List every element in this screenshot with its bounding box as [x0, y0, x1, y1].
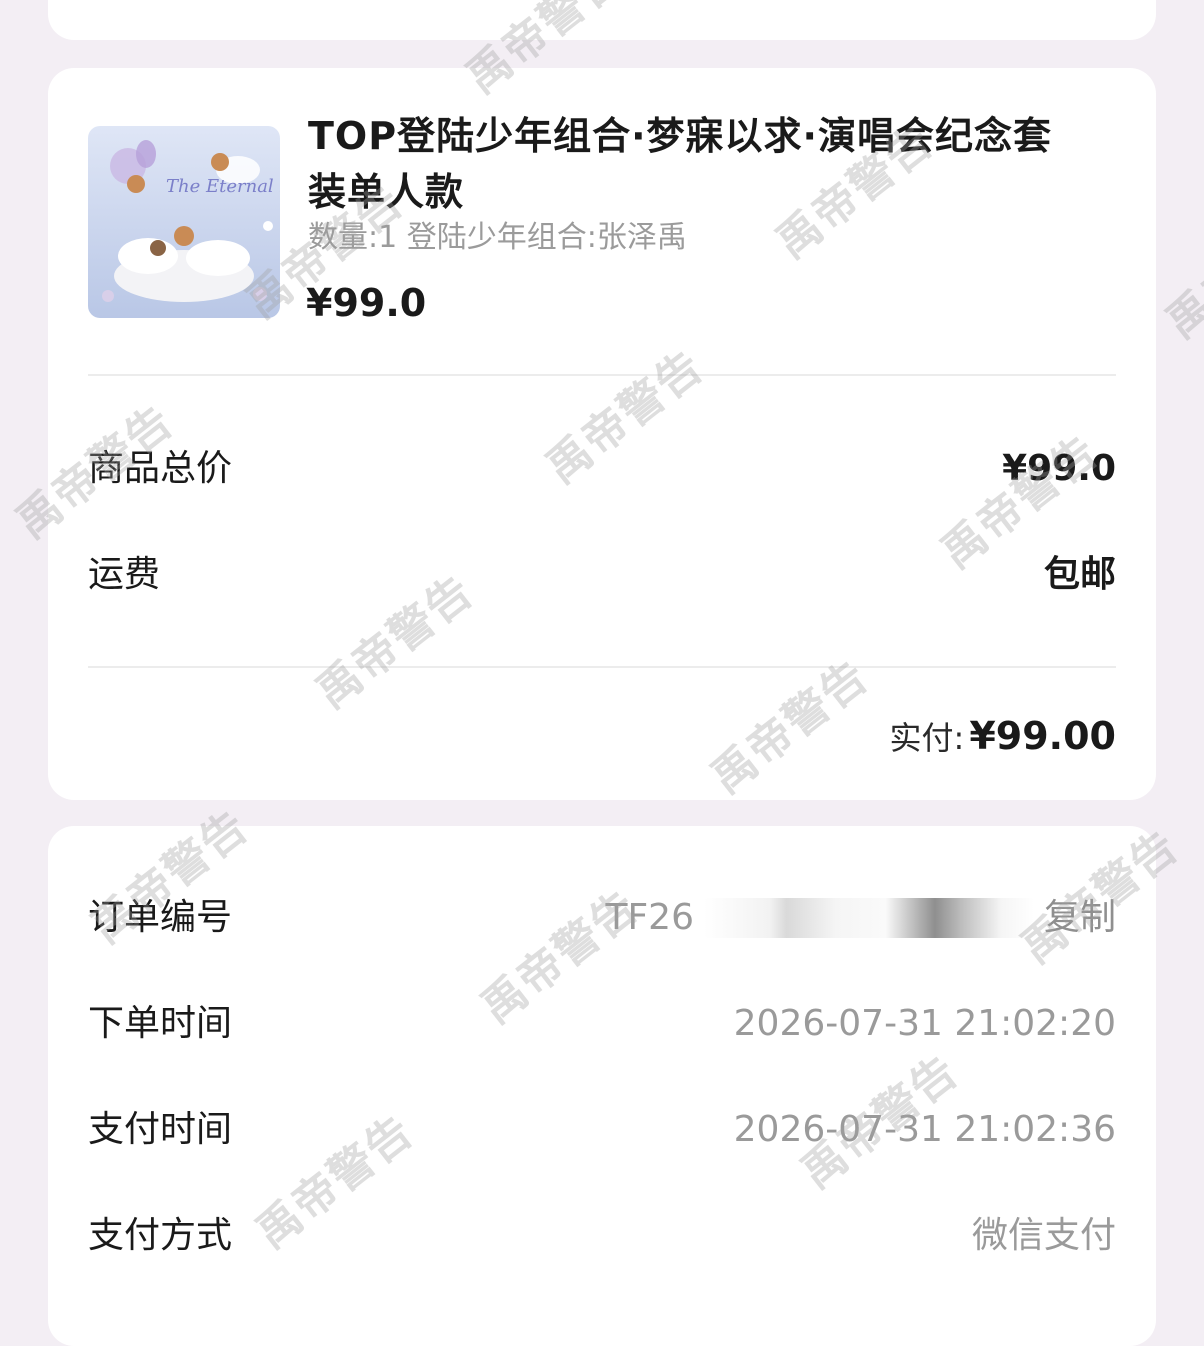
pay-method-label: 支付方式: [88, 1215, 233, 1256]
product-thumbnail[interactable]: The Eternal Second: [88, 126, 280, 318]
divider: [88, 374, 1116, 376]
product-price: ¥99.0: [306, 281, 427, 325]
pay-time-value: 2026-07-31 21:02:36: [733, 1109, 1116, 1150]
total-price-value: ¥99.0: [1002, 448, 1116, 489]
redaction-mask: [703, 898, 1034, 938]
order-info-card: 订单编号 TF26 复制 下单时间 2026-07-31 21:02:20 支付…: [48, 826, 1156, 1346]
product-card: The Eternal Second TOP登陆少年组合·梦寐以求·演唱会纪念套…: [48, 68, 1156, 800]
shipping-value: 包邮: [1043, 554, 1116, 595]
order-number-value: TF26: [605, 897, 694, 938]
order-number-row: 订单编号 TF26 复制: [88, 893, 1116, 943]
shipping-label: 运费: [88, 554, 161, 595]
pay-time-label: 支付时间: [88, 1109, 233, 1150]
order-time-row: 下单时间 2026-07-31 21:02:20: [88, 999, 1116, 1049]
pay-method-value: 微信支付: [971, 1215, 1116, 1256]
order-time-label: 下单时间: [88, 1003, 233, 1044]
product-thumbnail-art: The Eternal Second: [88, 126, 280, 318]
pay-method-row: 支付方式 微信支付: [88, 1211, 1116, 1261]
order-number-label: 订单编号: [88, 897, 233, 938]
order-time-value: 2026-07-31 21:02:20: [733, 1003, 1116, 1044]
product-spec: 数量:1 登陆少年组合:张泽禹: [308, 220, 687, 255]
total-price-label: 商品总价: [88, 448, 233, 489]
order-number-value-group: TF26 复制: [605, 893, 1116, 943]
divider: [88, 666, 1116, 668]
shipping-row: 运费 包邮: [88, 550, 1116, 600]
paid-label: 实付:: [889, 719, 965, 757]
watermark: 禹帝警告: [1156, 195, 1204, 349]
product-title[interactable]: TOP登陆少年组合·梦寐以求·演唱会纪念套装单人款: [308, 108, 1068, 220]
pay-time-row: 支付时间 2026-07-31 21:02:36: [88, 1105, 1116, 1155]
previous-card: [48, 0, 1156, 40]
total-price-row: 商品总价 ¥99.0: [88, 444, 1116, 494]
thumbnail-text: The Eternal Second: [166, 176, 280, 197]
copy-button[interactable]: 复制: [1044, 893, 1116, 943]
paid-value: ¥99.00: [969, 714, 1116, 758]
paid-amount-row: 实付: ¥99.00: [889, 711, 1116, 761]
